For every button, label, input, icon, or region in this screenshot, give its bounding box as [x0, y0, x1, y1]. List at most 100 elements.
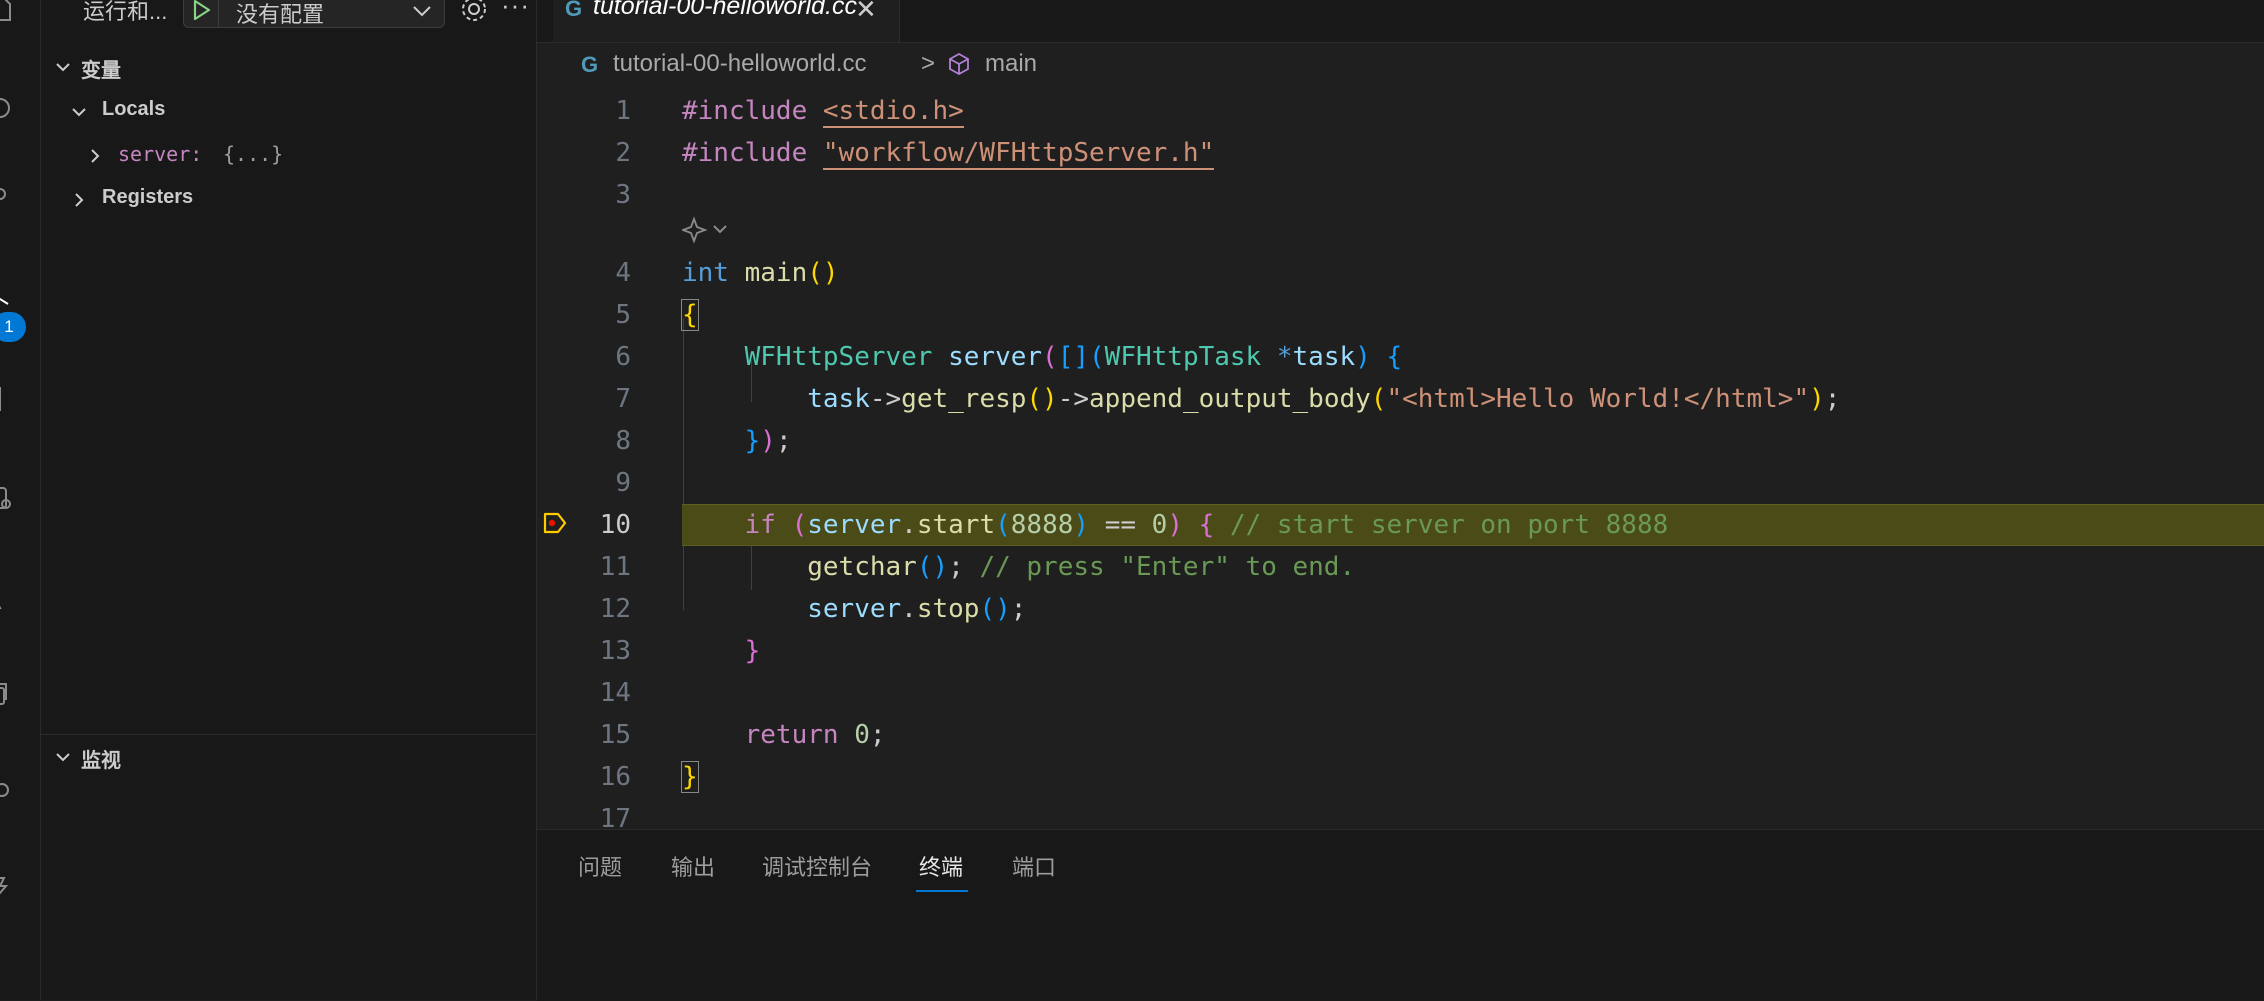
line-number: 14	[599, 678, 631, 708]
include-directive: #include	[682, 138, 808, 168]
remote-explorer-icon[interactable]	[0, 484, 16, 514]
keyword: if	[744, 510, 776, 540]
function-name: stop	[916, 594, 980, 624]
symbol-method-icon	[949, 52, 969, 76]
line-number: 1	[615, 96, 631, 126]
function-name: getchar	[807, 552, 917, 582]
more-actions-icon[interactable]: ···	[501, 0, 530, 21]
panel-tab-problems[interactable]: 问题	[578, 850, 622, 882]
remote-tools-icon[interactable]	[0, 872, 16, 902]
code-line: 4 int main()	[537, 252, 2264, 294]
variable-name: server	[948, 342, 1043, 372]
comment: // start server on port 8888	[1229, 510, 1669, 540]
function-name: get_resp	[901, 384, 1027, 414]
code-line: 16 }	[537, 756, 2264, 798]
variable-name: server:	[118, 142, 203, 166]
close-icon[interactable]: ✕	[855, 0, 877, 25]
code-line: 5 {	[537, 294, 2264, 336]
parameter-name: task	[1292, 342, 1356, 372]
start-debugging-button[interactable]	[188, 0, 219, 27]
include-path[interactable]: "workflow/WFHttpServer.h"	[822, 138, 1215, 170]
comment: // press "Enter" to end.	[979, 552, 1356, 582]
source-control-icon[interactable]	[0, 184, 16, 214]
line-number: 11	[599, 552, 631, 582]
number-literal: 0	[854, 720, 870, 750]
editor-tab-active[interactable]: G tutorial-00-helloworld.cc ✕	[553, 0, 900, 42]
testing-icon[interactable]	[0, 584, 16, 614]
function-name: start	[916, 510, 996, 540]
active-tab-indicator	[916, 890, 968, 892]
number-literal: 0	[1151, 510, 1168, 540]
run-toolbar: 运行和... 没有配置 ···	[41, 0, 536, 34]
line-number: 6	[615, 342, 631, 372]
keyword: return	[744, 720, 839, 750]
section-divider	[41, 734, 536, 735]
number-literal: 8888	[1010, 510, 1074, 540]
cpp-file-icon: G	[581, 52, 599, 77]
breakpoint-stackframe-icon[interactable]	[542, 510, 568, 536]
panel-tab-debug-console[interactable]: 调试控制台	[762, 850, 872, 882]
line-number: 9	[615, 468, 631, 498]
code-line: 11 getchar(); // press "Enter" to end.	[537, 546, 2264, 588]
code-line: 3	[537, 174, 2264, 216]
line-number: 12	[599, 594, 631, 624]
editor-area: G tutorial-00-helloworld.cc ✕ G tutorial…	[537, 0, 2264, 828]
variables-section-header[interactable]: 变量	[41, 52, 536, 86]
chevron-down-icon	[53, 747, 73, 767]
breadcrumb-file[interactable]: tutorial-00-helloworld.cc	[613, 50, 866, 78]
code-line: 2 #include "workflow/WFHttpServer.h"	[537, 132, 2264, 174]
code-line: 12 server.stop();	[537, 588, 2264, 630]
launch-config-label: 没有配置	[236, 2, 325, 27]
search-icon[interactable]	[0, 94, 16, 124]
explorer-icon[interactable]	[0, 0, 16, 24]
type-name: WFHttpServer	[744, 342, 933, 372]
breadcrumb-separator: >	[921, 50, 936, 77]
chevron-right-icon	[85, 146, 105, 166]
keyword: int	[682, 258, 729, 288]
activity-bar: 1	[0, 0, 41, 1000]
launch-config-dropdown[interactable]: 没有配置	[183, 0, 445, 28]
line-number: 8	[615, 426, 631, 456]
watch-section-header[interactable]: 监视	[41, 742, 536, 776]
variable-value: {...}	[223, 142, 284, 166]
variable-name: server	[807, 510, 902, 540]
extensions-icon[interactable]	[0, 384, 16, 414]
code-editor[interactable]: 1 #include <stdio.h> 2 #include "workflo…	[537, 90, 2264, 828]
variable-name: server	[807, 594, 902, 624]
code-line: 8 });	[537, 420, 2264, 462]
panel-tab-output[interactable]: 输出	[671, 850, 715, 882]
gear-icon[interactable]	[459, 0, 489, 24]
code-line: 14	[537, 672, 2264, 714]
line-number: 13	[599, 636, 631, 666]
debug-sidebar: 运行和... 没有配置 ··· 变量 Locals server: {...}	[41, 0, 537, 1000]
line-number: 2	[615, 138, 631, 168]
line-number: 15	[599, 720, 631, 750]
line-number: 5	[615, 300, 631, 330]
code-line: 1 #include <stdio.h>	[537, 90, 2264, 132]
locals-scope[interactable]: Locals	[41, 96, 536, 130]
line-number: 16	[599, 762, 631, 792]
panel-tab-ports[interactable]: 端口	[1012, 850, 1056, 882]
code-line: 7 task->get_resp()->append_output_body("…	[537, 378, 2264, 420]
chevron-down-icon	[413, 6, 431, 17]
include-path[interactable]: <stdio.h>	[822, 96, 964, 128]
line-number: 3	[615, 180, 631, 210]
variables-section-title: 变量	[81, 60, 121, 82]
code-line: 9	[537, 462, 2264, 504]
code-line: 6 WFHttpServer server([](WFHttpTask *tas…	[537, 336, 2264, 378]
run-debug-badge: 1	[0, 312, 26, 342]
locals-label: Locals	[102, 98, 166, 120]
registers-scope[interactable]: Registers	[41, 184, 536, 218]
docker-icon[interactable]	[0, 680, 16, 710]
line-number: 4	[615, 258, 631, 288]
panel-tab-terminal[interactable]: 终端	[919, 850, 963, 882]
breadcrumb-symbol[interactable]: main	[985, 50, 1037, 78]
editor-tab-bar: G tutorial-00-helloworld.cc ✕	[537, 0, 2264, 43]
variable-server[interactable]: server: {...}	[41, 140, 536, 174]
tab-label: tutorial-00-helloworld.cc	[593, 0, 858, 20]
tools-icon[interactable]	[0, 780, 16, 810]
codelens-sparkle-icon[interactable]	[682, 216, 734, 244]
function-name: main	[744, 258, 808, 288]
chevron-down-icon	[69, 102, 89, 122]
string-literal: "<html>Hello World!</html>"	[1386, 384, 1810, 414]
